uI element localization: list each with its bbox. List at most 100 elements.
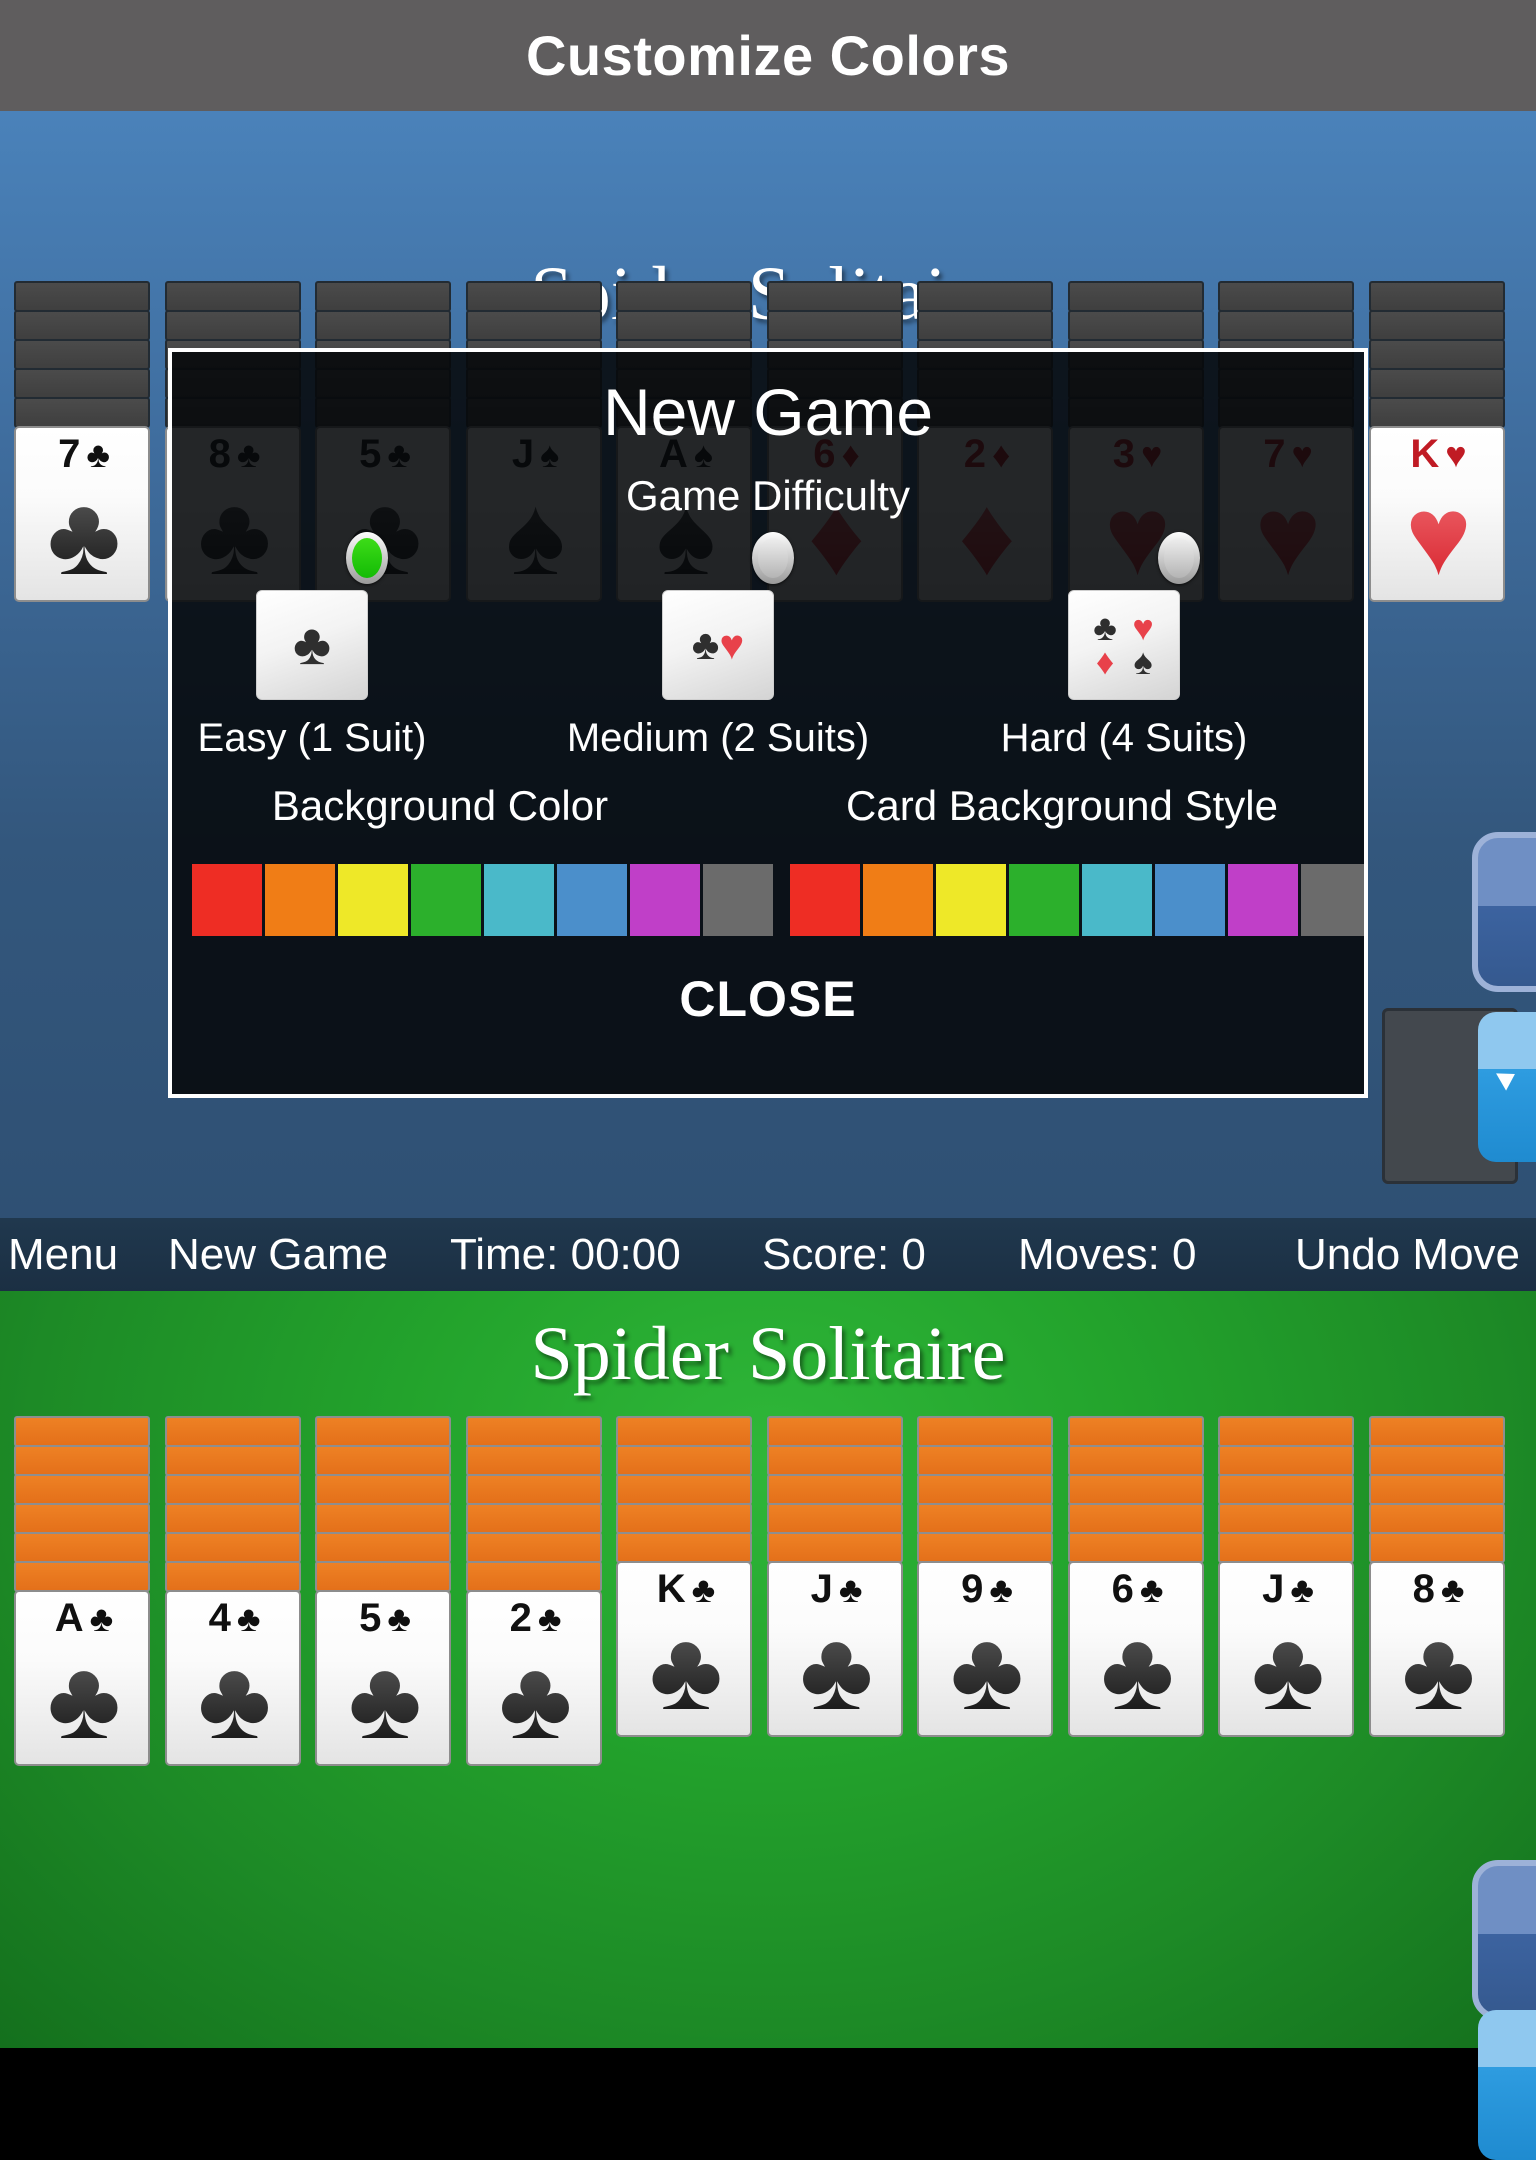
card-back[interactable]	[1218, 1532, 1354, 1563]
card-column[interactable]: 5♣♣	[315, 1416, 451, 1766]
card-back[interactable]	[465, 1416, 602, 1447]
card-back[interactable]	[315, 1474, 451, 1505]
color-swatch[interactable]	[790, 864, 860, 936]
card-back[interactable]	[917, 281, 1053, 312]
card-back[interactable]	[616, 310, 752, 341]
color-swatch[interactable]	[1009, 864, 1079, 936]
card-back[interactable]	[616, 1532, 752, 1563]
edge-widget-upper-2[interactable]	[1478, 1012, 1536, 1162]
card-face[interactable]: 5♣♣	[315, 1590, 451, 1766]
card-back[interactable]	[1368, 1445, 1505, 1476]
card-face[interactable]: J ♣ ♣	[766, 1561, 903, 1737]
card-back[interactable]	[164, 1503, 301, 1534]
difficulty-radio-hard[interactable]	[1158, 532, 1200, 584]
card-back[interactable]	[465, 1532, 602, 1563]
edge-widget-upper-1[interactable]	[1472, 832, 1536, 992]
card-back[interactable]	[14, 1503, 150, 1534]
card-back[interactable]	[465, 310, 602, 341]
card-column[interactable]: 6 ♣ ♣	[1067, 1416, 1204, 1737]
card-back[interactable]	[1067, 1416, 1204, 1447]
card-face[interactable]: 6 ♣ ♣	[1067, 1561, 1204, 1737]
difficulty-radio-medium[interactable]	[752, 532, 794, 584]
color-swatch[interactable]	[265, 864, 335, 936]
color-swatch[interactable]	[1301, 864, 1364, 936]
color-swatch[interactable]	[703, 864, 773, 936]
card-back[interactable]	[14, 339, 150, 370]
card-back[interactable]	[1368, 1532, 1505, 1563]
card-face[interactable]: K ♣ ♣	[616, 1561, 752, 1737]
card-back[interactable]	[917, 310, 1053, 341]
card-back[interactable]	[14, 368, 150, 399]
card-back[interactable]	[1067, 1503, 1204, 1534]
card-back[interactable]	[1218, 1474, 1354, 1505]
color-swatch[interactable]	[411, 864, 481, 936]
card-back[interactable]	[766, 1503, 903, 1534]
card-column[interactable]: A ♣ ♣	[14, 1416, 150, 1766]
card-back[interactable]	[465, 1561, 602, 1592]
card-back[interactable]	[616, 1503, 752, 1534]
card-back[interactable]	[164, 1561, 301, 1592]
card-back[interactable]	[465, 1503, 602, 1534]
difficulty-label-hard[interactable]: Hard (4 Suits)	[914, 716, 1334, 761]
card-face[interactable]: A ♣ ♣	[14, 1590, 150, 1766]
difficulty-label-easy[interactable]: Easy (1 Suit)	[172, 716, 522, 761]
card-back[interactable]	[766, 281, 903, 312]
color-swatch[interactable]	[630, 864, 700, 936]
card-back[interactable]	[1067, 1474, 1204, 1505]
card-back[interactable]	[1368, 310, 1505, 341]
card-face[interactable]: K ♥ ♥	[1368, 426, 1505, 602]
card-back[interactable]	[1368, 1416, 1505, 1447]
color-swatch[interactable]	[1082, 864, 1152, 936]
card-back[interactable]	[1368, 1474, 1505, 1505]
difficulty-preview-hard[interactable]: ♣ ♥ ♦ ♠	[1068, 590, 1180, 700]
card-back[interactable]	[315, 1416, 451, 1447]
card-back[interactable]	[315, 281, 451, 312]
card-back[interactable]	[766, 1416, 903, 1447]
card-back[interactable]	[616, 1474, 752, 1505]
card-back[interactable]	[1067, 1445, 1204, 1476]
card-back[interactable]	[14, 397, 150, 428]
difficulty-label-medium[interactable]: Medium (2 Suits)	[508, 716, 928, 761]
difficulty-preview-easy[interactable]: ♣	[256, 590, 368, 700]
card-column[interactable]: K ♥ ♥	[1368, 281, 1505, 602]
card-back[interactable]	[917, 1532, 1053, 1563]
card-back[interactable]	[1368, 281, 1505, 312]
color-swatch[interactable]	[936, 864, 1006, 936]
card-back[interactable]	[164, 1445, 301, 1476]
toolbar-undo-button[interactable]: Undo Move	[1295, 1230, 1520, 1280]
card-back[interactable]	[465, 1445, 602, 1476]
card-face[interactable]: 4 ♣ ♣	[164, 1590, 301, 1766]
toolbar-menu-button[interactable]: Menu	[8, 1230, 118, 1280]
card-back[interactable]	[917, 1445, 1053, 1476]
card-face[interactable]: 7 ♣ ♣	[14, 426, 150, 602]
card-face[interactable]: J ♣ ♣	[1218, 1561, 1354, 1737]
card-back[interactable]	[917, 1416, 1053, 1447]
card-back[interactable]	[14, 281, 150, 312]
card-back[interactable]	[1218, 281, 1354, 312]
card-back[interactable]	[315, 1445, 451, 1476]
card-back[interactable]	[14, 310, 150, 341]
card-back[interactable]	[1067, 310, 1204, 341]
color-swatch[interactable]	[1228, 864, 1298, 936]
card-back[interactable]	[315, 1532, 451, 1563]
card-back[interactable]	[465, 1474, 602, 1505]
card-back[interactable]	[14, 1416, 150, 1447]
card-back[interactable]	[766, 1445, 903, 1476]
color-swatch[interactable]	[484, 864, 554, 936]
card-back[interactable]	[616, 1416, 752, 1447]
card-column[interactable]: J ♣ ♣	[766, 1416, 903, 1737]
difficulty-radio-easy[interactable]	[346, 532, 388, 584]
card-back[interactable]	[616, 281, 752, 312]
card-back[interactable]	[1368, 339, 1505, 370]
card-back[interactable]	[164, 310, 301, 341]
card-back[interactable]	[164, 1532, 301, 1563]
card-back[interactable]	[315, 1503, 451, 1534]
card-column[interactable]: 8♣♣	[1368, 1416, 1505, 1737]
card-face[interactable]: 9 ♣ ♣	[917, 1561, 1053, 1737]
color-swatch[interactable]	[338, 864, 408, 936]
card-back[interactable]	[616, 1445, 752, 1476]
color-swatch[interactable]	[1155, 864, 1225, 936]
card-back[interactable]	[1368, 368, 1505, 399]
card-back[interactable]	[164, 1416, 301, 1447]
card-back[interactable]	[465, 281, 602, 312]
